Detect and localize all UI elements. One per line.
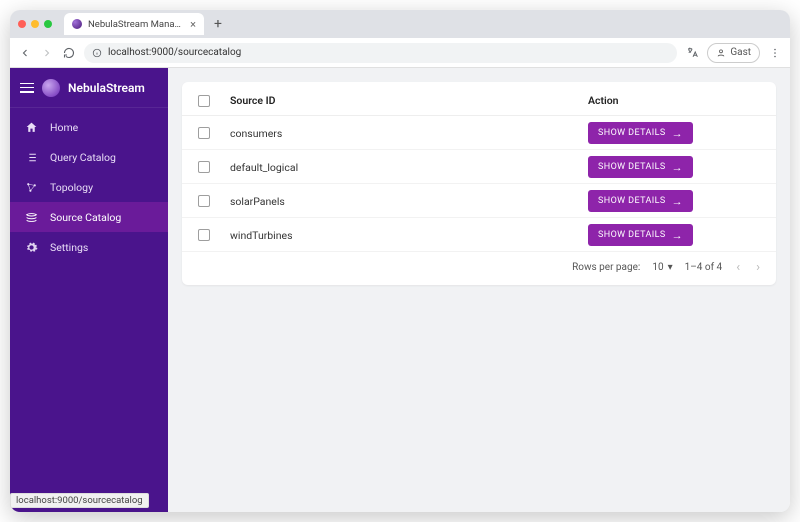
translate-icon[interactable] bbox=[685, 46, 699, 60]
table-row: default_logical SHOW DETAILS → bbox=[182, 150, 776, 184]
browser-window: NebulaStream Management × + localhost:90… bbox=[10, 10, 790, 512]
table-row: windTurbines SHOW DETAILS → bbox=[182, 218, 776, 252]
main-content: Source ID Action consumers SHOW DETAILS →… bbox=[168, 68, 790, 512]
gear-icon bbox=[24, 240, 38, 254]
profile-button[interactable]: Gast bbox=[707, 43, 760, 63]
row-checkbox[interactable] bbox=[198, 127, 210, 139]
sidebar-item-topology[interactable]: Topology bbox=[10, 172, 168, 202]
pagination-prev-icon[interactable]: ‹ bbox=[734, 260, 742, 275]
sidebar-item-label: Home bbox=[50, 121, 78, 134]
sidebar: NebulaStream Home Query Catalog Topology bbox=[10, 68, 168, 512]
cell-source-id: consumers bbox=[230, 127, 588, 140]
row-checkbox[interactable] bbox=[198, 161, 210, 173]
cell-source-id: windTurbines bbox=[230, 229, 588, 242]
layers-icon bbox=[24, 210, 38, 224]
kebab-menu-icon[interactable] bbox=[768, 46, 782, 60]
col-source-id: Source ID bbox=[230, 94, 588, 107]
sidebar-item-label: Query Catalog bbox=[50, 151, 116, 164]
table-row: solarPanels SHOW DETAILS → bbox=[182, 184, 776, 218]
tab-title: NebulaStream Management bbox=[88, 19, 184, 30]
sidebar-nav: Home Query Catalog Topology Source Catal… bbox=[10, 108, 168, 262]
button-label: SHOW DETAILS bbox=[598, 230, 666, 240]
show-details-button[interactable]: SHOW DETAILS → bbox=[588, 156, 693, 178]
list-icon bbox=[24, 150, 38, 164]
maximize-window-icon[interactable] bbox=[44, 20, 52, 28]
button-label: SHOW DETAILS bbox=[598, 196, 666, 206]
status-url: localhost:9000/sourcecatalog bbox=[16, 495, 143, 506]
row-checkbox[interactable] bbox=[198, 195, 210, 207]
rows-per-page-value: 10 bbox=[652, 262, 663, 273]
col-action: Action bbox=[588, 94, 768, 107]
table-pagination: Rows per page: 10 ▾ 1–4 of 4 ‹ › bbox=[182, 252, 776, 285]
show-details-button[interactable]: SHOW DETAILS → bbox=[588, 190, 693, 212]
app-header: NebulaStream bbox=[10, 68, 168, 108]
browser-tab[interactable]: NebulaStream Management × bbox=[64, 13, 204, 35]
browser-toolbar: localhost:9000/sourcecatalog Gast bbox=[10, 38, 790, 68]
app-title: NebulaStream bbox=[68, 81, 145, 95]
sidebar-item-source-catalog[interactable]: Source Catalog bbox=[10, 202, 168, 232]
arrow-right-icon: → bbox=[672, 127, 683, 140]
tab-favicon bbox=[72, 19, 82, 29]
table-row: consumers SHOW DETAILS → bbox=[182, 116, 776, 150]
row-checkbox[interactable] bbox=[198, 229, 210, 241]
new-tab-button[interactable]: + bbox=[210, 16, 226, 32]
button-label: SHOW DETAILS bbox=[598, 128, 666, 138]
profile-label: Gast bbox=[730, 47, 751, 58]
pagination-range: 1–4 of 4 bbox=[685, 262, 723, 273]
cell-source-id: solarPanels bbox=[230, 195, 588, 208]
nav-forward-icon[interactable] bbox=[40, 46, 54, 60]
sidebar-item-query-catalog[interactable]: Query Catalog bbox=[10, 142, 168, 172]
sidebar-item-label: Source Catalog bbox=[50, 211, 121, 224]
sidebar-item-label: Topology bbox=[50, 181, 93, 194]
table-header: Source ID Action bbox=[182, 88, 776, 116]
rows-per-page-label: Rows per page: bbox=[572, 262, 640, 273]
app-root: NebulaStream Home Query Catalog Topology bbox=[10, 68, 790, 512]
chevron-down-icon: ▾ bbox=[668, 262, 673, 273]
show-details-button[interactable]: SHOW DETAILS → bbox=[588, 122, 693, 144]
cell-source-id: default_logical bbox=[230, 161, 588, 174]
app-logo bbox=[42, 79, 60, 97]
close-window-icon[interactable] bbox=[18, 20, 26, 28]
address-bar[interactable]: localhost:9000/sourcecatalog bbox=[84, 43, 677, 63]
menu-toggle-icon[interactable] bbox=[20, 83, 34, 93]
arrow-right-icon: → bbox=[672, 195, 683, 208]
browser-tab-strip: NebulaStream Management × + bbox=[10, 10, 790, 38]
minimize-window-icon[interactable] bbox=[31, 20, 39, 28]
url-text: localhost:9000/sourcecatalog bbox=[108, 47, 241, 58]
window-controls[interactable] bbox=[18, 20, 52, 28]
browser-status-bar: localhost:9000/sourcecatalog bbox=[10, 493, 149, 508]
site-info-icon[interactable] bbox=[92, 48, 102, 58]
arrow-right-icon: → bbox=[672, 161, 683, 174]
show-details-button[interactable]: SHOW DETAILS → bbox=[588, 224, 693, 246]
source-table-card: Source ID Action consumers SHOW DETAILS →… bbox=[182, 82, 776, 285]
sidebar-item-settings[interactable]: Settings bbox=[10, 232, 168, 262]
tab-close-icon[interactable]: × bbox=[190, 18, 196, 31]
topology-icon bbox=[24, 180, 38, 194]
reload-icon[interactable] bbox=[62, 46, 76, 60]
button-label: SHOW DETAILS bbox=[598, 162, 666, 172]
select-all-checkbox[interactable] bbox=[198, 95, 210, 107]
sidebar-item-label: Settings bbox=[50, 241, 88, 254]
rows-per-page-select[interactable]: 10 ▾ bbox=[652, 262, 672, 273]
sidebar-item-home[interactable]: Home bbox=[10, 112, 168, 142]
home-icon bbox=[24, 120, 38, 134]
nav-back-icon[interactable] bbox=[18, 46, 32, 60]
arrow-right-icon: → bbox=[672, 229, 683, 242]
pagination-next-icon[interactable]: › bbox=[754, 260, 762, 275]
